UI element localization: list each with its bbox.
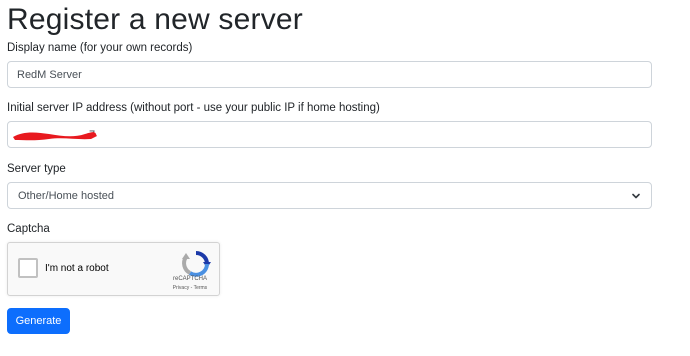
- recaptcha-widget: I'm not a robot reCAPTCHA Privacy - Term…: [7, 242, 220, 296]
- server-type-selected: Other/Home hosted: [18, 189, 114, 202]
- ip-address-label: Initial server IP address (without port …: [7, 102, 380, 114]
- display-name-label: Display name (for your own records): [7, 42, 193, 54]
- recaptcha-links: Privacy - Terms: [160, 285, 220, 291]
- recaptcha-brand-text: reCAPTCHA: [172, 276, 207, 282]
- privacy-link[interactable]: Privacy: [173, 285, 189, 291]
- ip-address-field: [7, 121, 652, 148]
- page-title: Register a new server: [7, 3, 303, 36]
- terms-link[interactable]: Terms: [194, 285, 208, 291]
- generate-button[interactable]: Generate: [7, 308, 70, 334]
- recaptcha-checkbox-label: I'm not a robot: [45, 263, 109, 274]
- chevron-down-icon: [632, 193, 640, 198]
- captcha-label: Captcha: [7, 223, 50, 235]
- display-name-input[interactable]: [7, 61, 652, 88]
- redaction-scribble: [13, 132, 97, 141]
- ip-address-input[interactable]: [7, 121, 652, 148]
- server-type-select[interactable]: Other/Home hosted: [7, 182, 652, 209]
- recaptcha-checkbox[interactable]: [18, 258, 38, 278]
- server-type-label: Server type: [7, 163, 66, 175]
- recaptcha-logo-icon: [182, 251, 211, 277]
